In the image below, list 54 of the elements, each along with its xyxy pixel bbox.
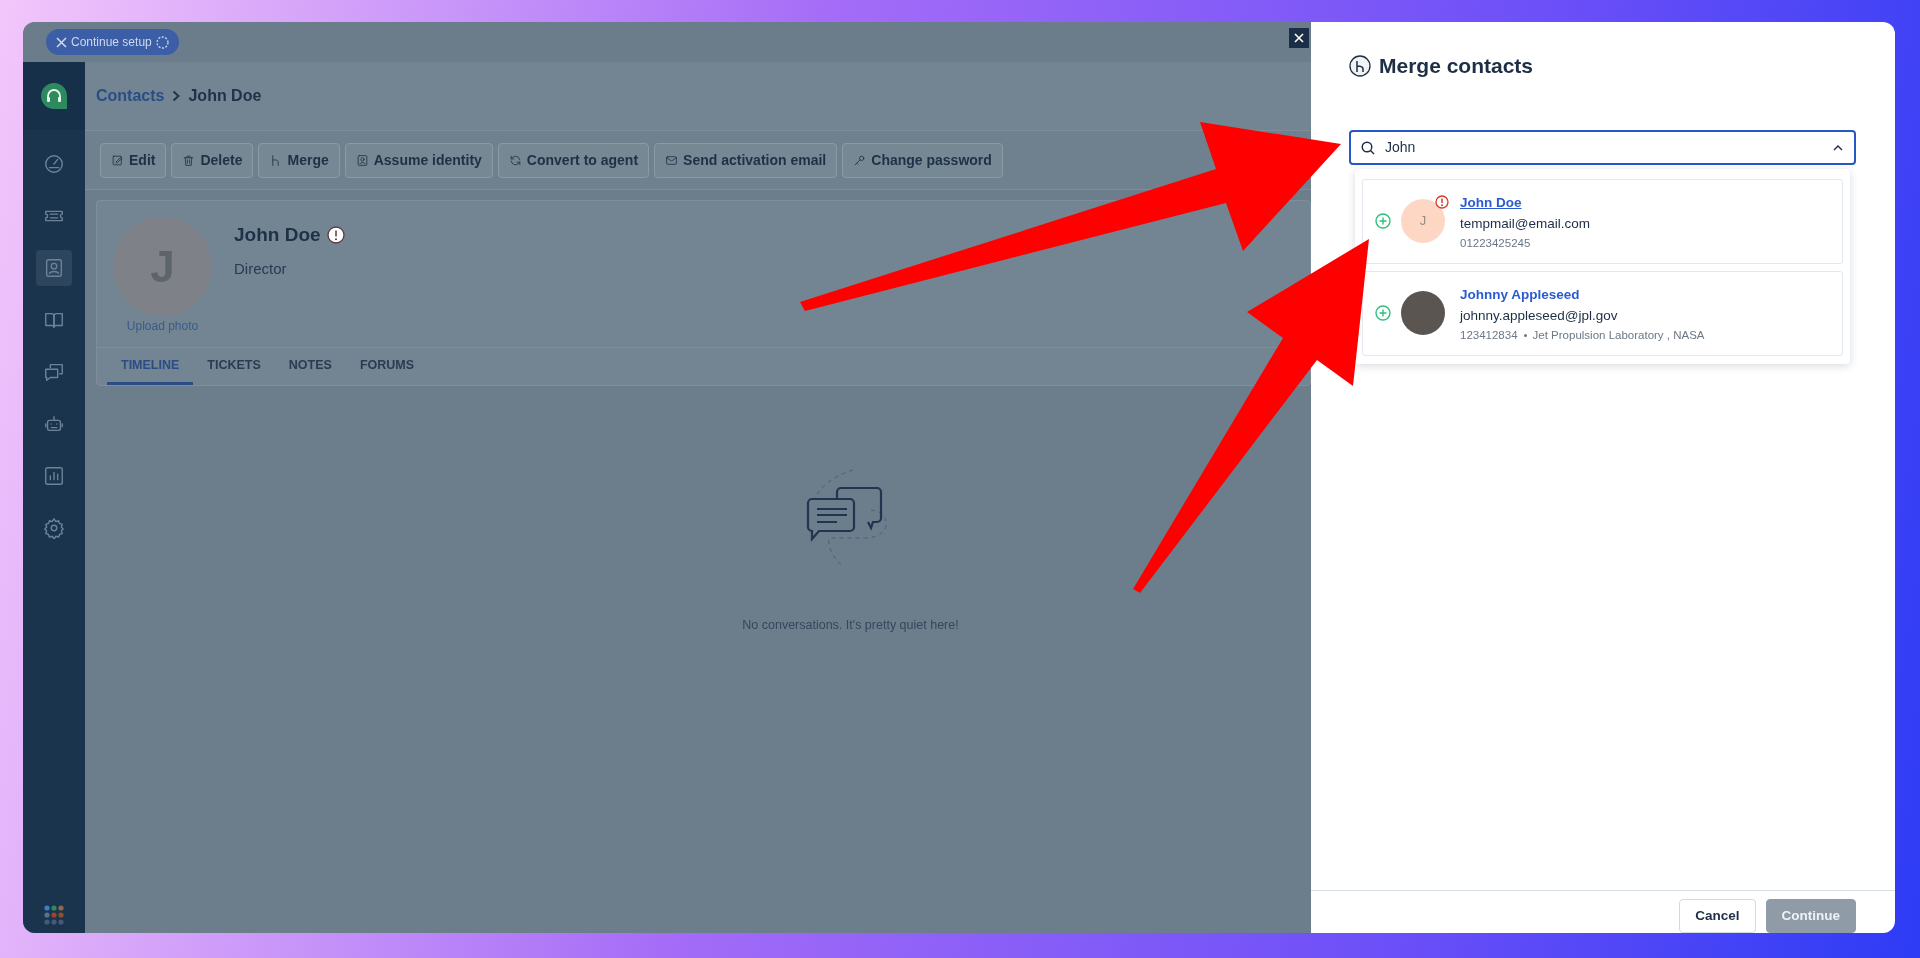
tab[interactable]: NOTES [274, 348, 346, 385]
progress-ring-icon [155, 35, 169, 49]
toolbar-button[interactable]: Edit [100, 142, 167, 178]
tab[interactable]: TIMELINE [107, 348, 194, 385]
contact-name-link[interactable]: John Doe [1460, 195, 1522, 211]
footer-button[interactable]: Cancel [1679, 898, 1756, 933]
person-badge-icon [355, 153, 369, 167]
close-button[interactable] [1289, 28, 1309, 48]
result-item[interactable]: J John Doe tempmail@email.com 01223425245 [1362, 178, 1843, 264]
contact-name-link[interactable]: Johnny Appleseed [1460, 287, 1580, 303]
sidebar-item[interactable] [36, 250, 72, 286]
search-field[interactable]: John [1349, 129, 1856, 165]
contact-detail: Jet Propulsion Laboratory , NASA [1532, 327, 1705, 343]
chevron-right-icon [172, 90, 181, 102]
continue-setup-button[interactable]: Continue setup [46, 29, 179, 55]
merge-circle-icon [1349, 54, 1371, 77]
contact-detail: 123412834 [1460, 327, 1518, 343]
toolbar-button[interactable]: Change password [842, 142, 1003, 178]
bar-chart-icon [43, 465, 65, 487]
toolbar-button[interactable]: Delete [171, 142, 254, 178]
gauge-icon [43, 153, 65, 175]
tab[interactable]: FORUMS [345, 348, 429, 385]
contact-email: tempmail@email.com [1460, 215, 1590, 234]
search-icon [1361, 140, 1375, 155]
breadcrumb-link[interactable]: Contacts [96, 84, 165, 108]
toolbar-button[interactable]: Send activation email [654, 142, 838, 178]
tab[interactable]: TICKETS [193, 348, 275, 385]
headset-logo-icon [40, 82, 68, 110]
toolbar-button[interactable]: Merge [258, 142, 340, 178]
refresh-icon [508, 153, 522, 167]
upload-photo-link[interactable]: Upload photo [113, 317, 212, 335]
caret-up-icon [1833, 143, 1843, 151]
contact-email: johnny.appleseed@jpl.gov [1460, 307, 1619, 326]
add-circle-icon [1375, 213, 1391, 229]
toolbar-button[interactable]: Convert to agent [497, 142, 650, 178]
envelope-icon [665, 153, 679, 167]
edit-icon [111, 153, 124, 167]
breadcrumb-current: John Doe [188, 86, 262, 106]
contact-name: John Doe [234, 223, 321, 247]
contact-detail: 01223425245 [1460, 235, 1531, 251]
empty-state-message: No conversations. It's pretty quiet here! [742, 617, 959, 634]
key-icon [853, 153, 867, 167]
contact-title: Director [234, 258, 288, 279]
apps-grid-icon [44, 905, 64, 925]
settings-icon [43, 517, 65, 539]
toolbar-button[interactable]: Assume identity [344, 142, 493, 178]
drawer-title: Merge contacts [1379, 53, 1534, 79]
bullet-icon [1523, 333, 1527, 337]
result-item[interactable]: Johnny Appleseed johnny.appleseed@jpl.gov 123412834 Jet Propulsion Laboratory , NASA [1362, 270, 1843, 356]
contact-card-icon [43, 257, 65, 279]
add-circle-icon [1375, 305, 1391, 321]
trash-icon [182, 153, 196, 167]
chat-bubbles-icon [43, 361, 65, 383]
close-icon [1294, 33, 1304, 43]
